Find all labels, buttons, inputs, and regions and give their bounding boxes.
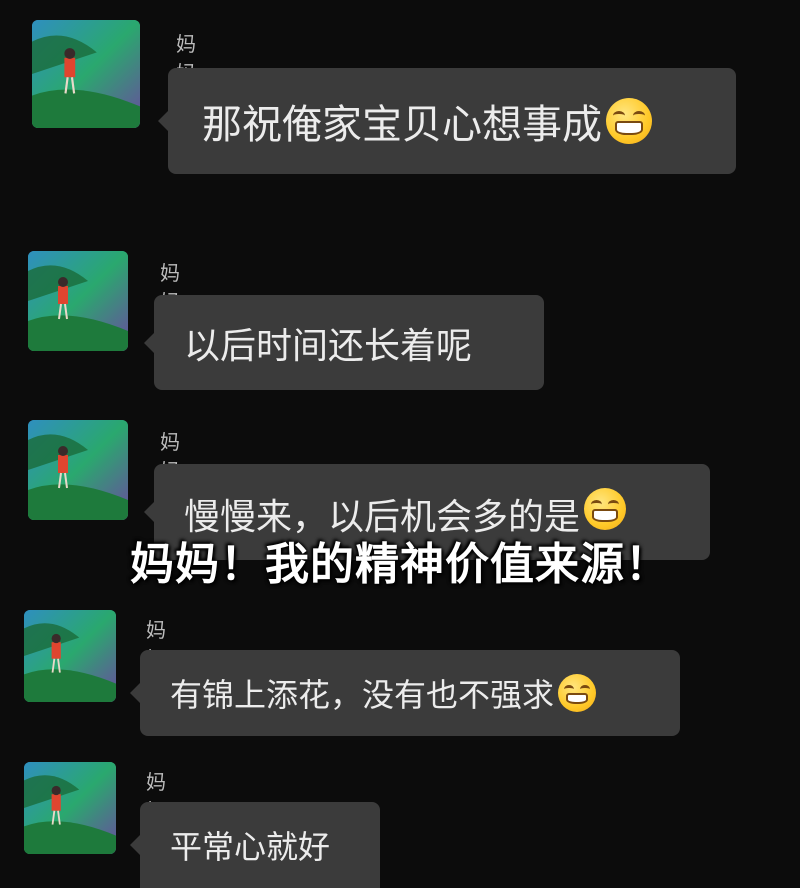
avatar-image [28, 251, 128, 351]
avatar[interactable] [32, 20, 140, 128]
message-bubble[interactable]: 以后时间还长着呢 [144, 295, 544, 390]
grinning-emoji-icon [558, 674, 597, 712]
message-bubble[interactable]: 平常心就好 [130, 802, 380, 888]
avatar-image [24, 762, 116, 854]
message-text: 那祝俺家宝贝心想事成 [202, 102, 602, 148]
avatar[interactable] [24, 610, 116, 702]
message-text: 有锦上添花，没有也不强求 [170, 676, 555, 714]
avatar-image [28, 420, 128, 520]
avatar[interactable] [28, 251, 128, 351]
avatar-image [32, 20, 140, 128]
avatar[interactable] [24, 762, 116, 854]
avatar-image [24, 610, 116, 702]
overlay-caption: 妈妈！我的精神价值来源！ [130, 539, 670, 590]
message-text: 以后时间还长着呢 [184, 325, 473, 367]
grinning-emoji-icon [584, 488, 627, 530]
avatar[interactable] [28, 420, 128, 520]
message-bubble[interactable]: 那祝俺家宝贝心想事成 [158, 68, 736, 174]
message-bubble[interactable]: 有锦上添花，没有也不强求 [130, 650, 680, 736]
message-text: 平常心就好 [170, 828, 331, 866]
grinning-emoji-icon [606, 98, 652, 144]
